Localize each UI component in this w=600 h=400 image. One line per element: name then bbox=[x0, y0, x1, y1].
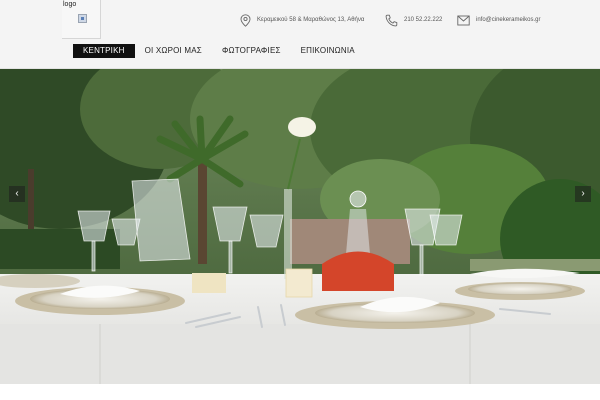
site-logo[interactable]: logo bbox=[62, 0, 101, 39]
hero-slider: ‹ › bbox=[0, 69, 600, 384]
main-nav: ΚΕΝΤΡΙΚΗ ΟΙ ΧΩΡΟΙ ΜΑΣ ΦΩΤΟΓΡΑΦΙΕΣ ΕΠΙΚΟΙ… bbox=[73, 44, 365, 58]
email-text: info@cinekerameikos.gr bbox=[476, 17, 541, 23]
address-text: Κεραμεικού 58 & Μαραθώνος 13, Αθήνα bbox=[257, 17, 365, 23]
page-bottom-area bbox=[0, 384, 600, 400]
contact-email[interactable]: info@cinekerameikos.gr bbox=[457, 12, 540, 28]
contact-address: Κεραμεικού 58 & Μαραθώνος 13, Αθήνα bbox=[240, 12, 364, 28]
phone-icon bbox=[385, 14, 398, 26]
nav-item-our-spaces[interactable]: ΟΙ ΧΩΡΟΙ ΜΑΣ bbox=[135, 44, 212, 58]
envelope-icon bbox=[457, 15, 470, 25]
phone-text: 210 52.22.222 bbox=[404, 17, 443, 23]
chevron-right-icon: › bbox=[581, 188, 585, 199]
contact-phone[interactable]: 210 52.22.222 bbox=[385, 12, 442, 28]
nav-item-home[interactable]: ΚΕΝΤΡΙΚΗ bbox=[73, 44, 135, 58]
site-header: logo Κεραμεικού 58 & Μαραθώνος 13, Αθήνα… bbox=[0, 0, 600, 69]
slider-next-button[interactable]: › bbox=[575, 186, 591, 202]
slider-prev-button[interactable]: ‹ bbox=[9, 186, 25, 202]
broken-image-icon bbox=[78, 14, 87, 23]
chevron-left-icon: ‹ bbox=[15, 188, 19, 199]
nav-item-photos[interactable]: ΦΩΤΟΓΡΑΦΙΕΣ bbox=[212, 44, 291, 58]
logo-alt-text: logo bbox=[63, 1, 77, 8]
slide-image bbox=[0, 69, 600, 384]
map-pin-icon bbox=[240, 13, 251, 27]
nav-item-contact[interactable]: ΕΠΙΚΟΙΝΩΝΙΑ bbox=[291, 44, 365, 58]
